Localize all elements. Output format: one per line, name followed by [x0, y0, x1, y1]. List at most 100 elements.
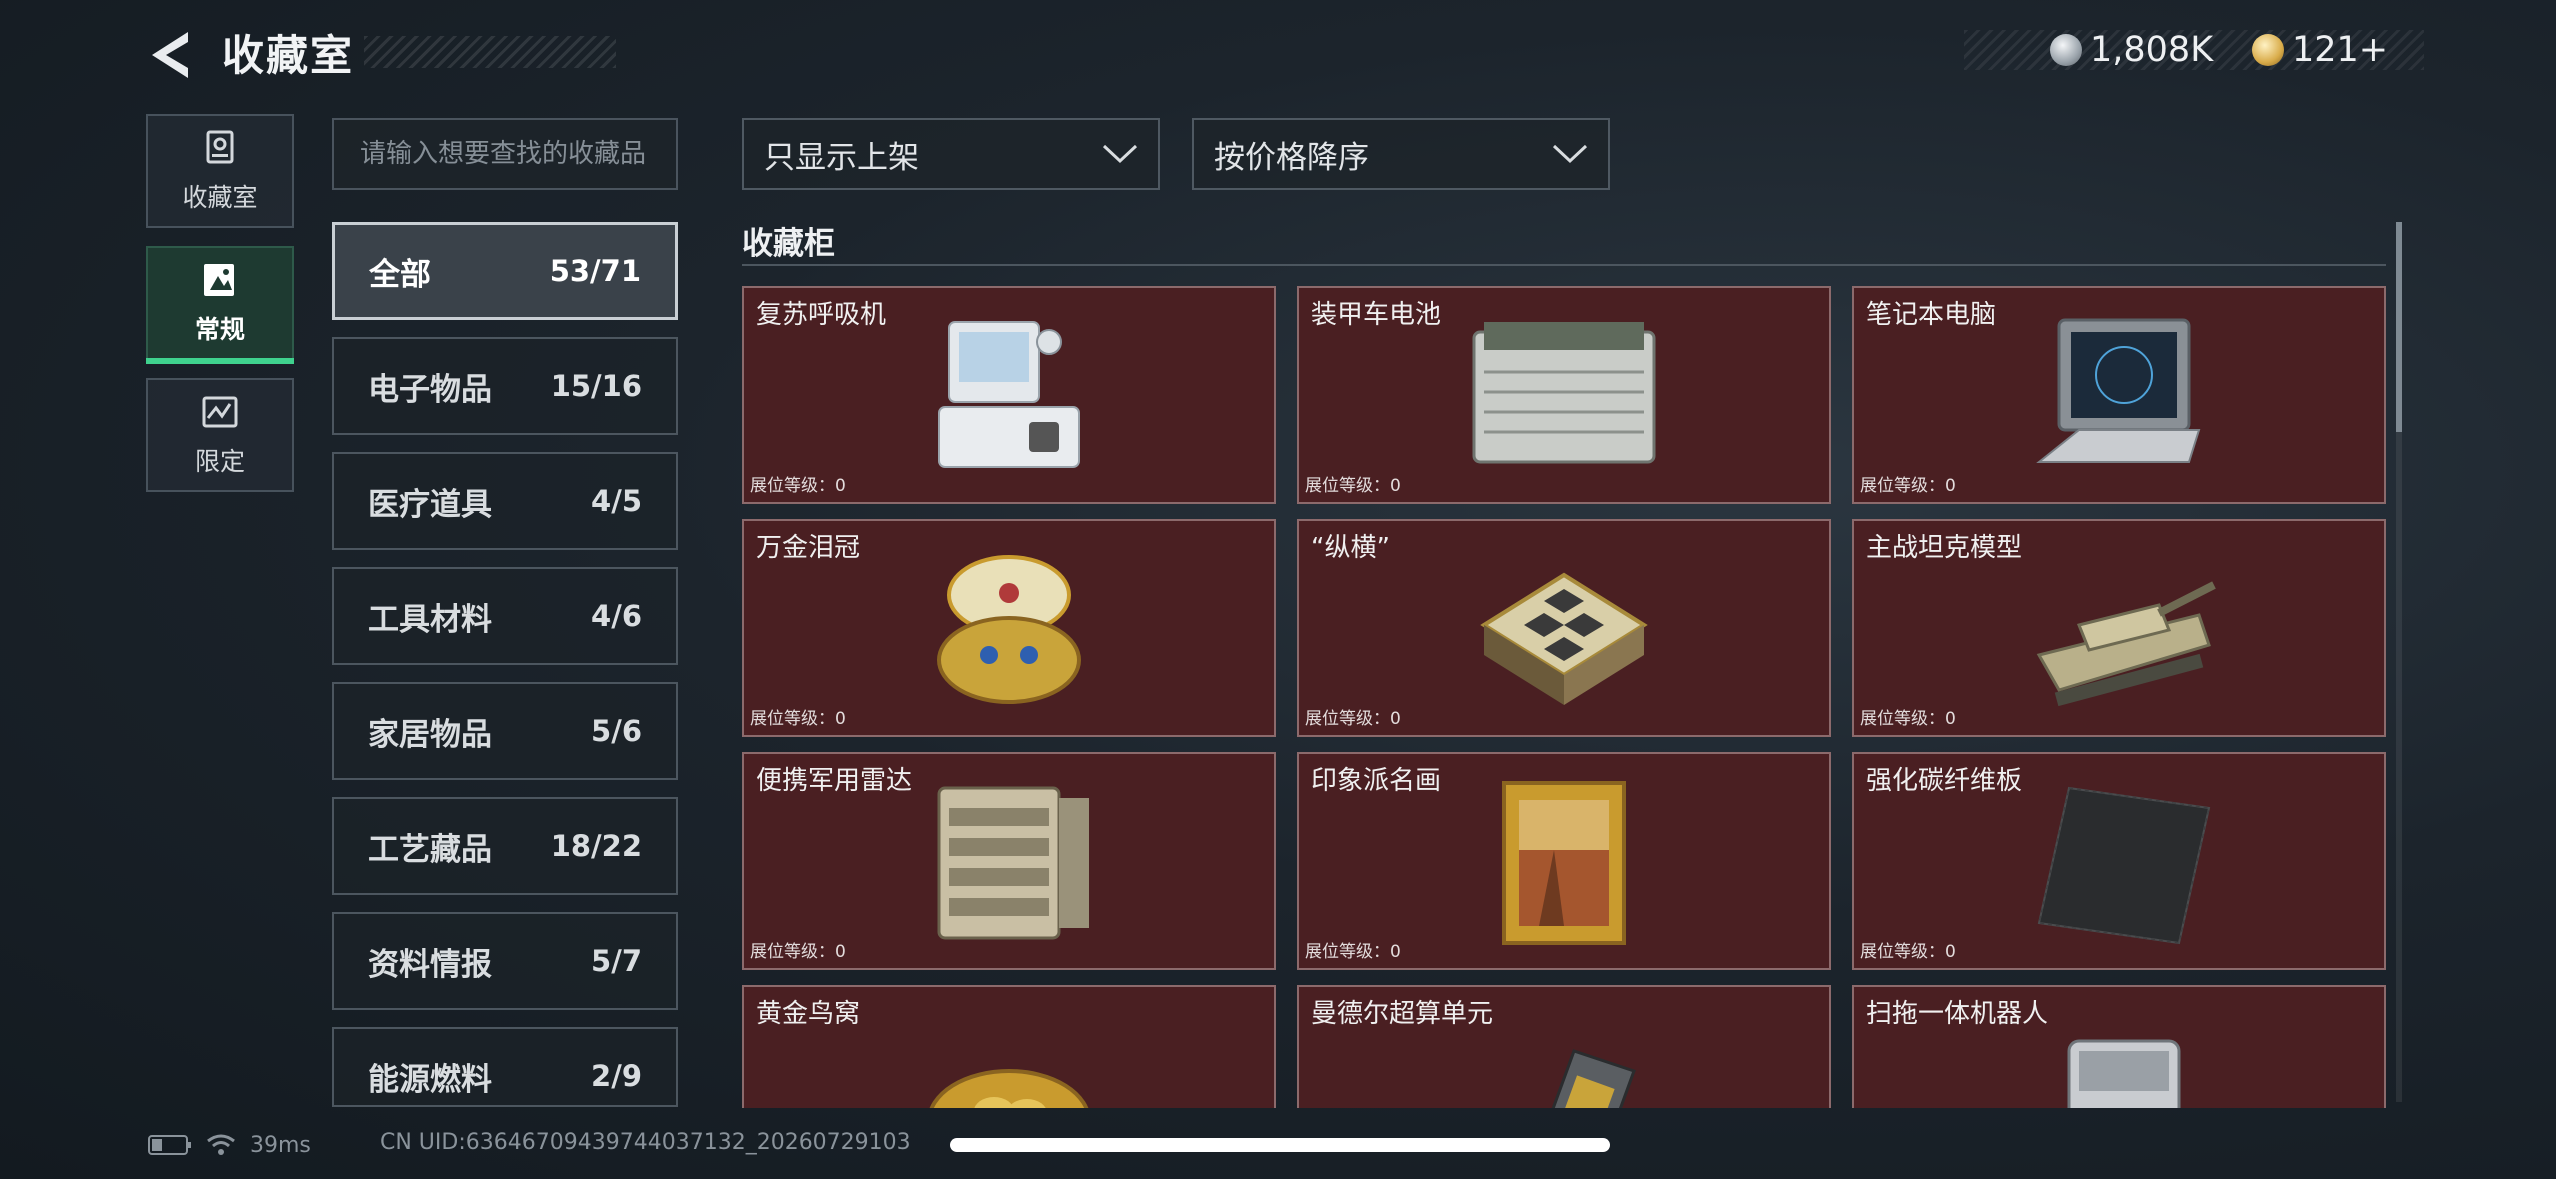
- gold-coin-icon: [2252, 34, 2284, 66]
- laptop-icon: [2036, 318, 2201, 463]
- category-name: 家居物品: [368, 716, 492, 753]
- collection-room-icon: [206, 130, 234, 164]
- ventilator-icon: [938, 321, 1080, 468]
- category-count: 5/7: [591, 944, 642, 978]
- category-name: 全部: [369, 256, 431, 293]
- category-name: 工艺藏品: [368, 831, 492, 868]
- item-level: 展位等级：0: [750, 476, 846, 496]
- category-tools[interactable]: 工具材料 4/6: [332, 567, 678, 665]
- item-card[interactable]: “纵横” 展位等级：0: [1297, 519, 1831, 737]
- home-indicator[interactable]: [950, 1138, 1610, 1152]
- sort-value: 按价格降序: [1214, 139, 1369, 176]
- item-name: “纵横”: [1311, 533, 1390, 563]
- currency-silver: 1,808K: [2050, 30, 2213, 70]
- item-card[interactable]: 曼德尔超算单元: [1297, 985, 1831, 1108]
- show-filter-value: 只显示上架: [764, 139, 919, 176]
- item-card[interactable]: 装甲车电池 展位等级：0: [1297, 286, 1831, 504]
- item-level: 展位等级：0: [750, 709, 846, 729]
- sort-dropdown[interactable]: 按价格降序: [1192, 118, 1610, 190]
- item-card[interactable]: 印象派名画 展位等级：0: [1297, 752, 1831, 970]
- nav-label: 限定: [194, 447, 245, 476]
- item-level: 展位等级：0: [1305, 476, 1401, 496]
- nav-collection-room[interactable]: 收藏室: [146, 114, 294, 228]
- battery-status-icon: [148, 1135, 191, 1155]
- title-decoration: [364, 36, 616, 68]
- category-count: 4/6: [591, 599, 642, 633]
- tank-model-icon: [2036, 581, 2216, 707]
- item-card[interactable]: 扫拖一体机器人: [1852, 985, 2386, 1108]
- show-filter-dropdown[interactable]: 只显示上架: [742, 118, 1160, 190]
- item-name: 装甲车电池: [1311, 300, 1442, 330]
- chevron-down-icon: [1552, 144, 1588, 164]
- collection-grid: 复苏呼吸机 展位等级：0 装甲车电池 展位等级：0 笔记本电脑 展位等级：0 万…: [742, 282, 2386, 1108]
- item-name: 黄金鸟窝: [756, 999, 861, 1029]
- category-intel[interactable]: 资料情报 5/7: [332, 912, 678, 1010]
- category-name: 医疗道具: [368, 486, 492, 523]
- currency-gold: 121+: [2252, 30, 2388, 70]
- currency-silver-value: 1,808K: [2090, 30, 2214, 70]
- item-level: 展位等级：0: [1305, 942, 1401, 962]
- item-name: 强化碳纤维板: [1866, 766, 2023, 796]
- status-bar: 39ms: [148, 1128, 311, 1162]
- section-title: 收藏柜: [742, 226, 835, 262]
- silver-coin-icon: [2050, 34, 2082, 66]
- limited-icon: [202, 396, 238, 428]
- nav-label: 常规: [194, 315, 245, 344]
- scrollbar-thumb[interactable]: [2396, 222, 2402, 432]
- item-card[interactable]: 黄金鸟窝: [742, 985, 1276, 1108]
- item-level: 展位等级：0: [1860, 709, 1956, 729]
- category-all[interactable]: 全部 53/71: [332, 222, 678, 320]
- category-household[interactable]: 家居物品 5/6: [332, 682, 678, 780]
- category-count: 4/5: [591, 484, 642, 518]
- robot-vacuum-icon: [2067, 1039, 2181, 1108]
- category-name: 能源燃料: [368, 1061, 492, 1098]
- category-count: 5/6: [591, 714, 642, 748]
- item-card[interactable]: 主战坦克模型 展位等级：0: [1852, 519, 2386, 737]
- item-card[interactable]: 复苏呼吸机 展位等级：0: [742, 286, 1276, 504]
- category-medical[interactable]: 医疗道具 4/5: [332, 452, 678, 550]
- back-arrow-icon: [152, 32, 188, 78]
- uid-text: CN UID:63646709439744037132_20260729103: [380, 1130, 911, 1155]
- item-name: 万金泪冠: [756, 533, 861, 563]
- search-input[interactable]: [332, 118, 678, 190]
- nav-regular[interactable]: 常规: [146, 246, 294, 364]
- category-count: 53/71: [549, 254, 641, 288]
- regular-icon: [204, 264, 234, 296]
- chessboard-icon: [1480, 572, 1648, 705]
- category-name: 电子物品: [368, 371, 492, 408]
- ping-value: 39ms: [250, 1132, 311, 1158]
- item-level: 展位等级：0: [1860, 476, 1956, 496]
- compute-unit-icon: [1551, 1049, 1636, 1108]
- category-name: 资料情报: [368, 946, 492, 983]
- category-name: 工具材料: [368, 601, 492, 638]
- back-button[interactable]: [148, 30, 192, 80]
- radar-icon: [937, 786, 1089, 940]
- item-card[interactable]: 笔记本电脑 展位等级：0: [1852, 286, 2386, 504]
- section-divider: [742, 264, 2386, 266]
- category-crafts[interactable]: 工艺藏品 18/22: [332, 797, 678, 895]
- golden-nest-icon: [929, 1069, 1089, 1108]
- item-name: 复苏呼吸机: [756, 300, 887, 330]
- item-level: 展位等级：0: [1305, 709, 1401, 729]
- item-name: 笔记本电脑: [1866, 300, 1997, 330]
- item-card[interactable]: 便携军用雷达 展位等级：0: [742, 752, 1276, 970]
- category-energy[interactable]: 能源燃料 2/9: [332, 1027, 678, 1107]
- item-level: 展位等级：0: [750, 942, 846, 962]
- page-title: 收藏室: [222, 31, 355, 80]
- item-level: 展位等级：0: [1860, 942, 1956, 962]
- currency-gold-value: 121+: [2292, 30, 2389, 70]
- nav-limited[interactable]: 限定: [146, 378, 294, 492]
- category-electronics[interactable]: 电子物品 15/16: [332, 337, 678, 435]
- chevron-down-icon: [1102, 144, 1138, 164]
- item-card[interactable]: 强化碳纤维板 展位等级：0: [1852, 752, 2386, 970]
- category-count: 15/16: [550, 369, 642, 403]
- item-card[interactable]: 万金泪冠 展位等级：0: [742, 519, 1276, 737]
- battery-icon: [1472, 322, 1656, 464]
- painting-icon: [1502, 781, 1626, 945]
- item-name: 便携军用雷达: [756, 766, 913, 796]
- jeweled-egg-icon: [937, 555, 1081, 704]
- currency-bar: 1,808K 121+: [1964, 30, 2424, 70]
- item-name: 印象派名画: [1311, 766, 1442, 796]
- carbon-plate-icon: [2037, 786, 2211, 945]
- nav-label: 收藏室: [182, 183, 258, 212]
